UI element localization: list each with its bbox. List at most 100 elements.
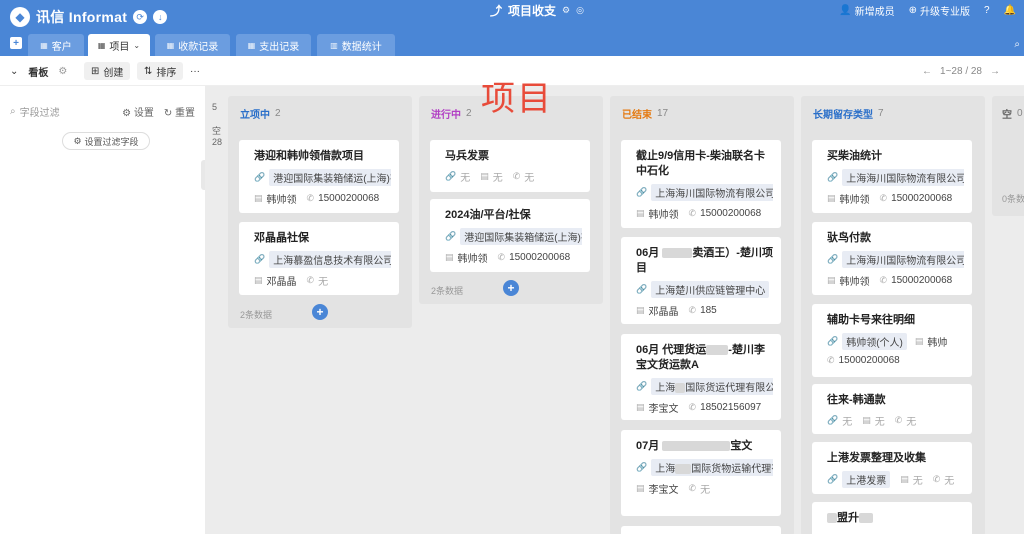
card-title-part: 06月 代理货运 [636,344,707,356]
tab-statistics[interactable]: ▥ 数据统计 [317,34,395,56]
project-card[interactable]: 盟升 [812,502,972,534]
doc-icon: ▤ [636,402,645,412]
card-person: 韩帅领 [839,277,870,288]
card-company: 上海慕盈信息技术有限公司 [269,251,391,268]
card-title: 盟升 [827,511,964,526]
phone-icon: ✆ [827,355,835,365]
help-button[interactable]: ? [984,5,990,16]
card-phone: 185 [700,305,717,316]
more-button[interactable]: ··· [190,62,200,80]
card-person: 李宝文 [648,404,679,415]
share-icon[interactable]: ⤴ [490,2,502,19]
doc-icon: ▤ [480,171,489,181]
next-page-icon[interactable]: → [990,66,1000,77]
doc-icon: ▤ [636,208,645,218]
card-company: 港迎国际集装箱储运(上海)有限 [460,228,582,245]
set-filter-fields-button[interactable]: ⚙ 设置过滤字段 [62,132,150,150]
search-icon: ⌕ [10,106,16,117]
tab-customers[interactable]: ▦ 客户 [28,34,84,56]
card-person: 韩帅领 [839,195,870,206]
field-filter-search[interactable]: ⌕ 字段过滤 [10,104,60,119]
app-title-text: 项目收支 [508,3,557,18]
phone-icon: ✆ [688,305,697,315]
card-title: 07月 宝文 [636,439,773,454]
project-card[interactable]: 马兵发票 🔗 无 ▤ 无 ✆ 无 [430,140,590,192]
card-title-part: 07月 [636,440,660,452]
sync-icon[interactable]: ⟳ [133,10,148,24]
project-card[interactable]: 06月 卖酒王）-楚川项目 🔗 上海楚川供应链管理中心 ▤ 邓晶晶 ✆ 185 [621,237,781,324]
card-phone: 15000200068 [891,275,953,286]
card-person: 邓晶晶 [266,277,297,288]
column-footer: 0条数据 [1002,194,1024,204]
top-bar: ◆ 讯信 Informat ⟳ ↓ ⤴ 项目收支 ⚙ ◎ 👤 新增成员 ⊕ 升级专业… [0,0,1024,34]
column-count: 7 [878,107,884,119]
download-icon[interactable]: ↓ [153,10,168,24]
column-header: 空 0 [992,96,1024,130]
tab-receipts[interactable]: ▦ 收款记录 [155,34,230,56]
project-card[interactable]: 驮鸟付款 🔗 上海海川国际物流有限公司 ▤ 韩帅领 ✆ 15000200068 [812,222,972,295]
tab-projects[interactable]: ▦ 项目 ⌄ [88,34,150,56]
create-button[interactable]: ⊞ 创建 [84,62,131,80]
card-phone: 15000200068 [891,193,953,204]
filter-settings-button[interactable]: ⚙ 设置 [122,104,154,119]
redacted-block [706,345,729,356]
phone-icon: ✆ [306,275,315,285]
project-card[interactable]: 截止9/9信用卡-柴油联名卡中石化 🔗 上海海川国际物流有限公司 ▤ 韩帅领 ✆ 150… [621,140,781,228]
phone-icon: ✆ [932,474,941,484]
prev-page-icon[interactable]: ← [922,66,932,77]
add-member-button[interactable]: 👤 新增成员 [839,3,894,18]
view-switcher[interactable]: ⌄ 看板 ⚙ [10,62,67,80]
card-company: 上海海川国际物流有限公司 [842,251,964,268]
bell-icon[interactable]: 🔔 [1004,5,1016,16]
card-phone: 无 [944,476,955,487]
add-tab-button[interactable]: + [10,37,22,49]
search-icon[interactable]: ⌕ [1014,39,1020,50]
filter-settings-label: 设置 [133,108,154,119]
project-card[interactable]: 买柴油统计 🔗 上海海川国际物流有限公司 ▤ 韩帅领 ✆ 15000200068 [812,140,972,213]
doc-icon: ▤ [862,415,871,425]
phone-icon: ✆ [688,483,697,493]
project-card[interactable]: 邓晶晶社保 🔗 上海慕盈信息技术有限公司 ▤ 邓晶晶 ✆ 无 [239,222,399,295]
column-name: 空 [1002,109,1012,121]
link-icon: 🔗 [827,415,839,425]
card-person: 韩帅领 [648,210,679,221]
table-icon: ▦ [97,40,106,50]
sort-icon: ⇅ [144,65,153,77]
project-card[interactable]: 港迎和韩帅领借款项目 🔗港迎国际集装箱储运(上海)有限 ▤韩帅领 ✆1500020… [239,140,399,213]
doc-icon: ▤ [827,193,836,203]
sort-button[interactable]: ⇅ 排序 [137,62,184,80]
project-card[interactable]: 往来-韩通款 🔗 无 ▤ 无 ✆ 无 [812,384,972,434]
project-card[interactable]: 辅助卡号来往明细 🔗 韩帅领(个人) ▤ 韩帅 ✆ 15000200068 [812,304,972,377]
project-card[interactable]: 07月 宝文 🔗 上海 国际货物运输代理有限 ▤李宝文 ✆无 [621,430,781,516]
tab-label: 支出记录 [259,41,300,53]
card-title: 06月 代理货运 -楚川李宝文货运款A [636,343,773,373]
tab-label: 数据统计 [341,41,382,53]
card-title: 买柴油统计 [827,150,882,162]
doc-icon: ▤ [900,474,909,484]
upgrade-button[interactable]: ⊕ 升级专业版 [909,3,970,18]
link-icon: 🔗 [254,172,266,182]
add-card-button[interactable]: + [503,280,519,296]
project-card[interactable]: 2024油/平台/社保 🔗港迎国际集装箱储运(上海)有限 ▤韩帅领 ✆150002… [430,199,590,272]
project-card[interactable]: 上港发票整理及收集 🔗 上港发票 ▤ 无 ✆ 无 [812,442,972,494]
filter-actions: ⚙ 设置 ↻ 重置 [122,104,195,119]
user-add-icon: 👤 [839,4,852,16]
project-card[interactable]: 06月 代理货运 -楚川李宝文货运款A 🔗 上海 国际货运代理有限公 ▤ 李宝文 ✆ 185… [621,334,781,420]
redacted-block [662,248,693,259]
add-card-button[interactable]: + [312,304,328,320]
tab-label: 客户 [51,41,72,53]
help-icon: ? [983,4,990,16]
chevron-down-icon[interactable]: ⌄ [133,41,140,50]
settings-icon[interactable]: ⚙ [562,5,570,16]
tab-expenses[interactable]: ▦ 支出记录 [236,34,311,56]
card-phone: 15000200068 [509,252,571,263]
card-company: 上海 国际货物运输代理有限 [651,459,773,476]
card-person: 邓晶晶 [648,307,679,318]
view-settings-icon[interactable]: ⚙ [58,66,67,77]
card-title: 马兵发票 [445,150,489,162]
app-logo[interactable]: ◆ 讯信 Informat ⟳ ↓ [10,5,168,29]
target-icon[interactable]: ◎ [576,5,584,16]
column-count: 2 [466,107,472,119]
filter-reset-button[interactable]: ↻ 重置 [164,104,195,119]
project-card[interactable] [621,526,781,534]
